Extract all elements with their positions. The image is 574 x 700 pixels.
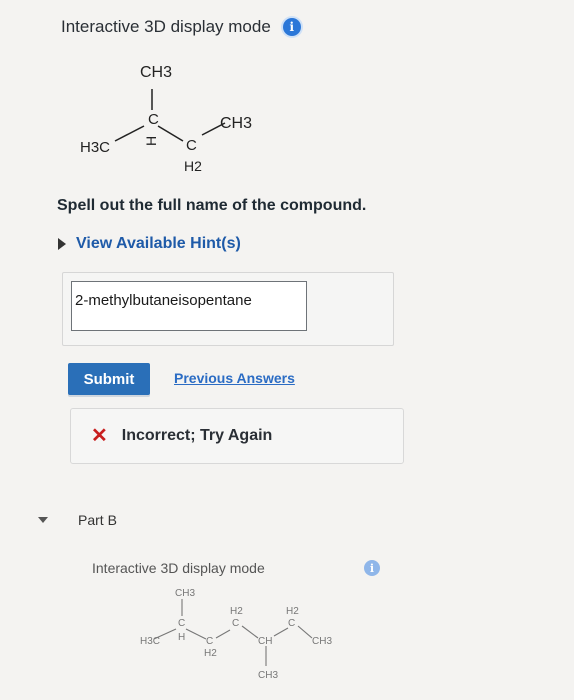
- answer-container: 2-methylbutaneisopentane: [62, 272, 394, 346]
- center-h-label: H: [143, 136, 159, 146]
- b-h1: H: [178, 632, 185, 643]
- part-b-molecule-structure: CH3 H3C C H C H2 H2 C CH CH3 H2 C CH3: [140, 588, 332, 681]
- expand-triangle-icon: [58, 238, 66, 250]
- info-icon[interactable]: i: [282, 18, 301, 36]
- part-b-label[interactable]: Part B: [78, 512, 117, 528]
- b-bond-2: [185, 628, 207, 640]
- previous-answers-link[interactable]: Previous Answers: [174, 370, 295, 386]
- top-ch3-label: CH3: [140, 64, 172, 81]
- bond-center: [157, 125, 184, 142]
- hint-toggle[interactable]: View Available Hint(s): [58, 235, 241, 253]
- b-ch3-bottom: CH3: [258, 670, 278, 681]
- display-mode-title: Interactive 3D display mode: [61, 17, 271, 36]
- question-text: Spell out the full name of the compound.: [57, 197, 367, 214]
- bond-left: [114, 125, 145, 142]
- display-mode-header: Interactive 3D display mode i: [61, 17, 301, 37]
- b-c3: C: [232, 618, 239, 629]
- right-ch3-label: CH3: [220, 115, 252, 132]
- feedback-message: Incorrect; Try Again: [121, 427, 273, 444]
- molecule-structure: CH3 C H CH3 H3C C H2: [80, 64, 252, 174]
- b-ch3-right: CH3: [312, 636, 332, 647]
- b-c4: C: [288, 618, 295, 629]
- incorrect-x-icon: ✕: [91, 425, 108, 447]
- center-c-label: C: [148, 111, 159, 128]
- b-h3c: H3C: [140, 636, 160, 647]
- bottom-h2-label: H2: [184, 158, 202, 174]
- hint-label[interactable]: View Available Hint(s): [76, 235, 241, 253]
- submit-button[interactable]: Submit: [68, 363, 150, 395]
- b-bond-4: [241, 625, 259, 639]
- b-ch-center: CH: [258, 636, 272, 647]
- bottom-c-label: C: [186, 137, 197, 154]
- b-bond-7: [297, 625, 313, 639]
- info-icon[interactable]: i: [364, 560, 380, 576]
- b-bond-3: [215, 629, 231, 639]
- b-bond-6: [273, 627, 289, 637]
- b-top-ch3: CH3: [175, 588, 195, 599]
- b-h2-c2: H2: [204, 648, 217, 659]
- answer-input[interactable]: 2-methylbutaneisopentane: [71, 281, 307, 331]
- b-h2-c3: H2: [230, 606, 243, 617]
- b-h2-c4: H2: [286, 606, 299, 617]
- b-c2: C: [206, 636, 213, 647]
- feedback-box: ✕ Incorrect; Try Again: [70, 408, 404, 464]
- left-h3c-label: H3C: [80, 139, 110, 156]
- collapse-caret-icon[interactable]: [38, 517, 48, 523]
- b-c1: C: [178, 618, 185, 629]
- part-b-info-wrap: i: [364, 560, 380, 576]
- part-b-display-mode-title: Interactive 3D display mode: [92, 560, 265, 576]
- part-b-header[interactable]: Part B: [38, 512, 117, 528]
